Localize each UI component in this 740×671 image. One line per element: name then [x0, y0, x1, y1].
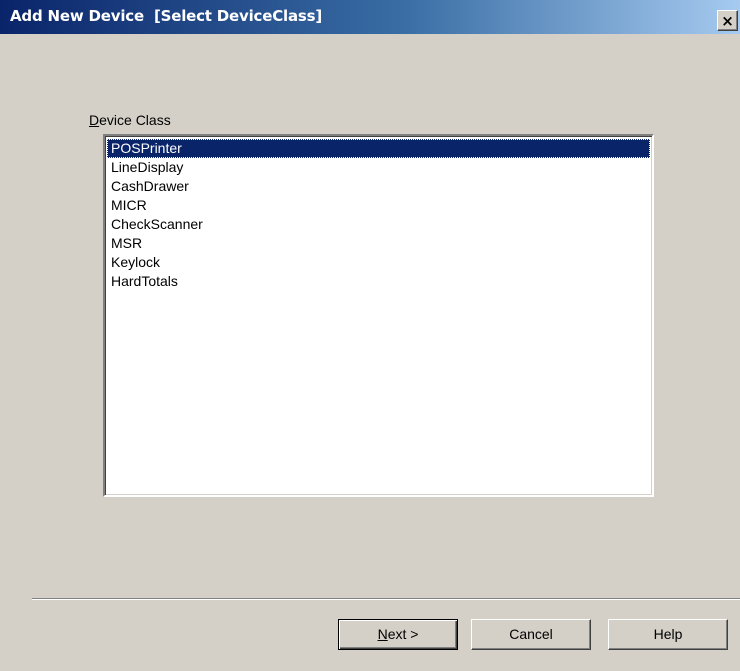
- device-class-label: Device Class: [89, 112, 171, 128]
- list-item-keylock[interactable]: Keylock: [107, 253, 650, 272]
- next-button-mnemonic: N: [377, 626, 388, 642]
- device-class-listbox[interactable]: POSPrinter LineDisplay CashDrawer MICR C…: [103, 134, 654, 497]
- device-class-label-text: evice Class: [99, 112, 171, 128]
- list-item-msr[interactable]: MSR: [107, 234, 650, 253]
- list-item-micr[interactable]: MICR: [107, 196, 650, 215]
- close-icon: ×: [721, 12, 734, 30]
- next-button-label: ext >: [387, 626, 419, 642]
- list-item-posprinter[interactable]: POSPrinter: [107, 139, 650, 158]
- list-item-linedisplay[interactable]: LineDisplay: [107, 158, 650, 177]
- close-button[interactable]: ×: [717, 10, 738, 31]
- cancel-button[interactable]: Cancel: [471, 619, 591, 650]
- help-button[interactable]: Help: [608, 619, 728, 650]
- next-button[interactable]: Next >: [338, 619, 458, 650]
- list-item-cashdrawer[interactable]: CashDrawer: [107, 177, 650, 196]
- title-bar[interactable]: Add New Device [Select DeviceClass] ×: [0, 0, 740, 34]
- list-item-hardtotals[interactable]: HardTotals: [107, 272, 650, 291]
- device-class-label-mnemonic: D: [89, 112, 100, 128]
- window-title: Add New Device [Select DeviceClass]: [10, 7, 322, 25]
- list-item-checkscanner[interactable]: CheckScanner: [107, 215, 650, 234]
- button-separator: [32, 598, 740, 600]
